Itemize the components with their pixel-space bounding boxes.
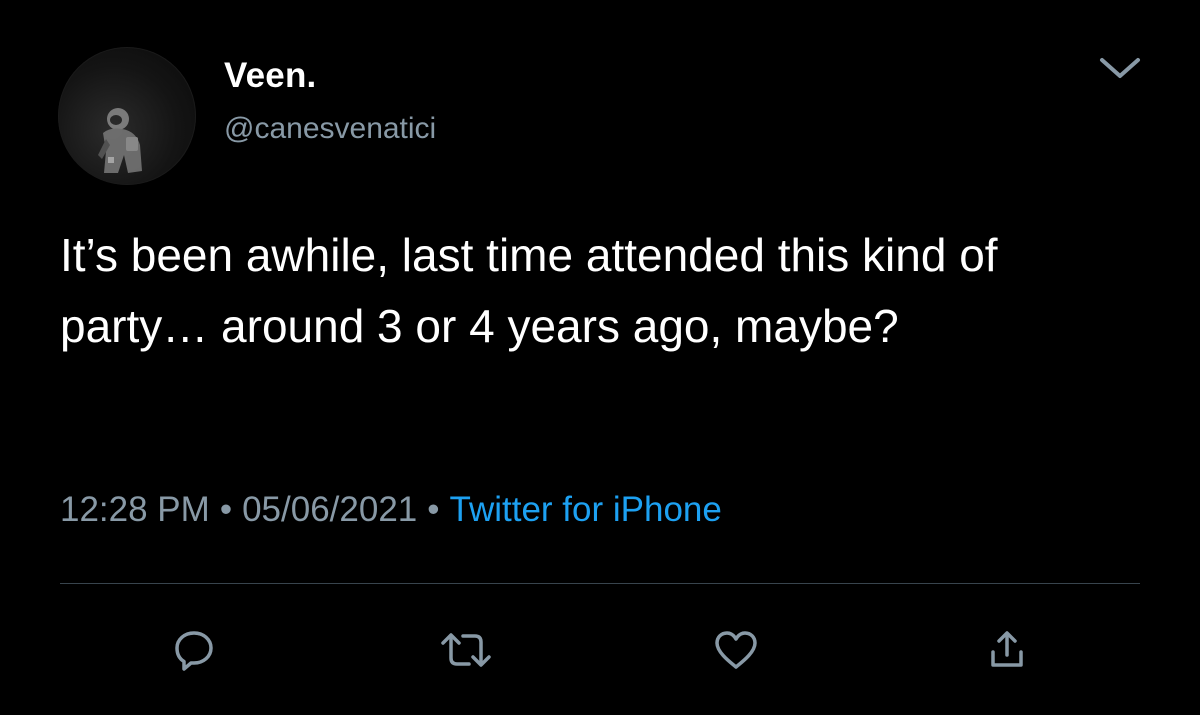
- avatar[interactable]: [58, 47, 196, 185]
- share-icon: [991, 631, 1023, 667]
- tweet-source-link[interactable]: Twitter for iPhone: [450, 490, 722, 529]
- tweet-metadata: 12:28 PM • 05/06/2021 • Twitter for iPhone: [60, 490, 722, 530]
- share-button[interactable]: [977, 620, 1037, 680]
- astronaut-avatar-image: [98, 108, 142, 173]
- tweet-date[interactable]: 05/06/2021: [242, 490, 417, 529]
- display-name[interactable]: Veen.: [224, 56, 316, 96]
- like-button[interactable]: [706, 620, 766, 680]
- tweet-text: It’s been awhile, last time attended thi…: [60, 229, 1011, 352]
- retweet-button[interactable]: [436, 620, 496, 680]
- tweet-time[interactable]: 12:28 PM: [60, 490, 210, 529]
- reply-button[interactable]: [164, 620, 224, 680]
- chevron-down-icon[interactable]: [1094, 50, 1146, 86]
- tweet-card: Veen. @canesvenatici It’s been awhile, l…: [0, 0, 1200, 715]
- divider: [60, 583, 1140, 584]
- retweet-icon: [441, 633, 491, 667]
- user-handle[interactable]: @canesvenatici: [224, 112, 436, 146]
- reply-icon: [175, 631, 213, 671]
- heart-icon: [715, 631, 757, 669]
- separator-dot: •: [427, 490, 440, 529]
- separator-dot: •: [219, 490, 233, 529]
